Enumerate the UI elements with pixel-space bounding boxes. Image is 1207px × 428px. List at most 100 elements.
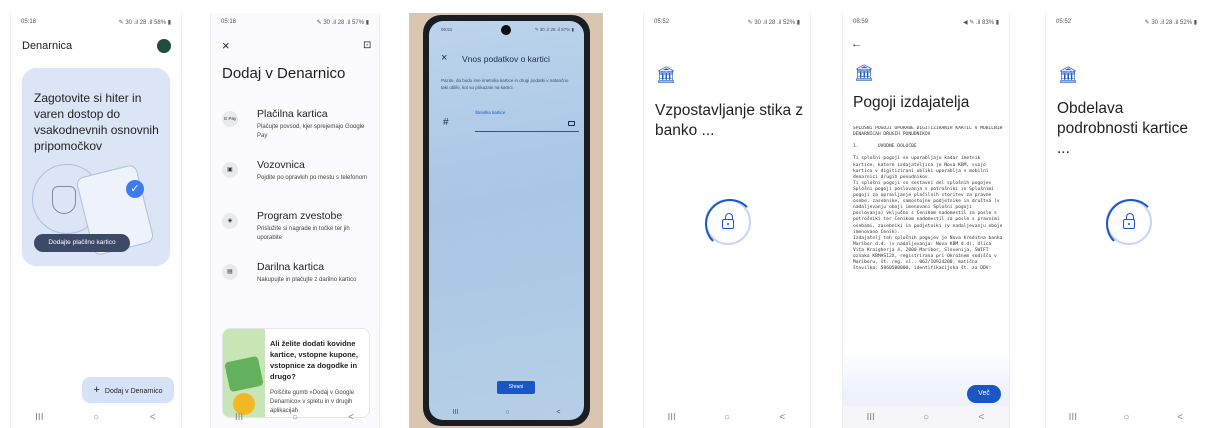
instructions-text: Pazite, da bodo ime imetnika kartice in … — [441, 78, 569, 90]
google-pay-icon: G Pay — [222, 111, 238, 127]
system-nav-bar: III ○ < — [1046, 406, 1207, 428]
loyalty-tag-icon: ◈ — [222, 213, 238, 229]
recents-button[interactable]: III — [224, 412, 254, 423]
feedback-icon[interactable]: ⊡ — [363, 40, 371, 51]
system-nav-bar: III ○ < — [644, 406, 810, 428]
close-icon[interactable]: × — [441, 52, 447, 64]
back-button[interactable]: < — [336, 412, 366, 423]
avatar[interactable] — [157, 39, 171, 53]
ticket-illustration — [224, 355, 264, 393]
promo-title: Ali želite dodati kovidne kartice, vstop… — [270, 339, 358, 381]
status-time: 08:59 — [853, 19, 869, 25]
status-time: 05:51 — [441, 27, 453, 32]
checkmark-icon: ✓ — [126, 180, 144, 198]
status-bar: 05:52 ✎ 30 .il 28 .il 52% ▮ — [654, 19, 800, 31]
status-bar: 08:59 ◀ ✎ .il 83% ▮ — [853, 19, 999, 31]
phone-device: 05:51 ✎ 30 .il 28 .il 57% ▮ × Vnos podat… — [423, 15, 590, 426]
page-title: Vnos podatkov o kartici — [462, 54, 550, 64]
terms-text: SPLOŠNI POGOJI UPORABE DIGITIZIRANIH KAR… — [853, 126, 1005, 376]
app-title: Denarnica — [22, 40, 73, 52]
back-button[interactable]: < — [1165, 412, 1195, 423]
bank-icon: 🏛 — [1058, 67, 1079, 84]
option-title: Darilna kartica — [257, 261, 325, 273]
home-button[interactable]: ○ — [81, 412, 111, 423]
status-title: Vzpostavljanje stika z banko ... — [655, 102, 804, 139]
back-arrow-icon[interactable]: ← — [851, 38, 862, 50]
status-icons: ✎ 30 .il 28 .il 52% ▮ — [1144, 20, 1197, 26]
back-button[interactable]: < — [138, 412, 168, 423]
add-payment-card-button[interactable]: Dodajte plačilno kartico — [34, 234, 130, 252]
add-to-wallet-button[interactable]: + Dodaj v Denarnico — [82, 377, 174, 403]
page-title: Pogoji izdajatelja — [853, 94, 970, 111]
add-to-wallet-screen: 05:18 ✎ 30 .il 28 .il 57% ▮ × ⊡ Dodaj v … — [210, 13, 380, 428]
card-entry-screen: 05:51 ✎ 30 .il 28 .il 57% ▮ × Vnos podat… — [429, 21, 584, 420]
ticket-icon: ▣ — [222, 162, 238, 178]
status-time: 05:18 — [221, 19, 237, 25]
card-scan-icon[interactable] — [568, 121, 575, 126]
back-button[interactable]: < — [767, 412, 797, 423]
home-button[interactable]: ○ — [712, 412, 742, 423]
home-button[interactable]: ○ — [911, 412, 941, 423]
promo-illustration — [223, 329, 265, 417]
option-title: Program zvestobe — [257, 210, 343, 222]
gift-card-icon: ▤ — [222, 264, 238, 280]
shield-icon — [52, 186, 76, 214]
hash-icon: # — [443, 117, 449, 128]
option-desc: Pojdite po opravkih po mestu s telefonom — [257, 175, 368, 181]
card-entry-photo: 05:51 ✎ 30 .il 28 .il 57% ▮ × Vnos podat… — [409, 13, 603, 428]
system-nav-bar: III ○ < — [429, 409, 584, 416]
issuer-terms-screen: 08:59 ◀ ✎ .il 83% ▮ ← 🏛 Pogoji izdajatel… — [842, 13, 1010, 428]
wallet-home-screen: 05:18 ✎ 30 .il 28 .il 58% ▮ Denarnica Za… — [10, 13, 182, 428]
recents-button[interactable]: III — [856, 412, 886, 423]
back-button[interactable]: < — [966, 412, 996, 423]
option-desc: Plačujte povsod, kjer sprejemajo Google … — [257, 124, 365, 139]
bank-icon: 🏛 — [656, 67, 677, 84]
lock-icon — [722, 213, 734, 229]
home-button[interactable]: ○ — [505, 409, 509, 416]
terms-section: 1. UVODNE DOLOČBE — [853, 144, 917, 150]
recents-button[interactable]: III — [1058, 412, 1088, 423]
onboarding-text: Zagotovite si hiter in varen dostop do v… — [34, 91, 159, 153]
more-button[interactable]: Več — [967, 385, 1001, 403]
connecting-bank-screen: 05:52 ✎ 30 .il 28 .il 52% ▮ 🏛 Vzpostavlj… — [643, 13, 811, 428]
card-number-input[interactable] — [475, 118, 579, 132]
option-desc: Nakupujte in plačujte z darilno kartico — [257, 277, 357, 283]
loading-spinner — [1106, 199, 1156, 249]
status-icons: ✎ 30 .il 28 .il 58% ▮ — [118, 20, 171, 26]
status-icons: ✎ 30 .il 28 .il 57% ▮ — [534, 27, 574, 32]
recents-button[interactable]: III — [657, 412, 687, 423]
home-button[interactable]: ○ — [1111, 412, 1141, 423]
status-icons: ◀ ✎ .il 83% ▮ — [963, 20, 999, 26]
add-to-wallet-label: Dodaj v Denarnico — [104, 388, 163, 395]
option-desc: Prislužite si nagrade in točke ter jih u… — [257, 226, 350, 241]
onboarding-card: Zagotovite si hiter in varen dostop do v… — [22, 68, 170, 266]
status-icons: ✎ 30 .il 28 .il 52% ▮ — [747, 20, 800, 26]
option-title: Vozovnica — [257, 159, 305, 171]
close-icon[interactable]: × — [222, 38, 230, 53]
system-nav-bar: III ○ < — [843, 406, 1009, 428]
status-icons: ✎ 30 .il 28 .il 57% ▮ — [316, 20, 369, 26]
status-time: 05:18 — [21, 19, 37, 25]
promo-card[interactable]: Ali želite dodati kovidne kartice, vstop… — [222, 328, 370, 418]
status-time: 05:52 — [654, 19, 670, 25]
processing-card-screen: 05:52 ✎ 30 .il 28 .il 52% ▮ 🏛 Obdelava p… — [1045, 13, 1207, 428]
terms-heading: SPLOŠNI POGOJI UPORABE DIGITIZIRANIH KAR… — [853, 126, 1005, 138]
card-number-label: Številka kartice — [475, 110, 506, 115]
recents-button[interactable]: III — [452, 409, 458, 416]
status-bar: 05:18 ✎ 30 .il 28 .il 58% ▮ — [21, 19, 171, 31]
lock-icon — [1123, 213, 1135, 229]
system-nav-bar: III ○ < — [211, 406, 379, 428]
home-button[interactable]: ○ — [280, 412, 310, 423]
save-button[interactable]: Shrani — [497, 381, 535, 394]
bank-icon: 🏛 — [854, 65, 875, 82]
recents-button[interactable]: III — [24, 412, 54, 423]
status-bar: 05:18 ✎ 30 .il 28 .il 57% ▮ — [221, 19, 369, 31]
page-title: Dodaj v Denarnico — [222, 65, 346, 82]
status-time: 05:52 — [1056, 19, 1072, 25]
status-bar: 05:52 ✎ 30 .il 28 .il 52% ▮ — [1056, 19, 1197, 31]
back-button[interactable]: < — [556, 409, 560, 416]
system-nav-bar: III ○ < — [11, 406, 181, 428]
terms-body: Ti splošni pogoji se uporabljajo kadar i… — [853, 156, 1003, 272]
status-title: Obdelava podrobnosti kartice ... — [1057, 100, 1188, 157]
option-title: Plačilna kartica — [257, 108, 328, 120]
